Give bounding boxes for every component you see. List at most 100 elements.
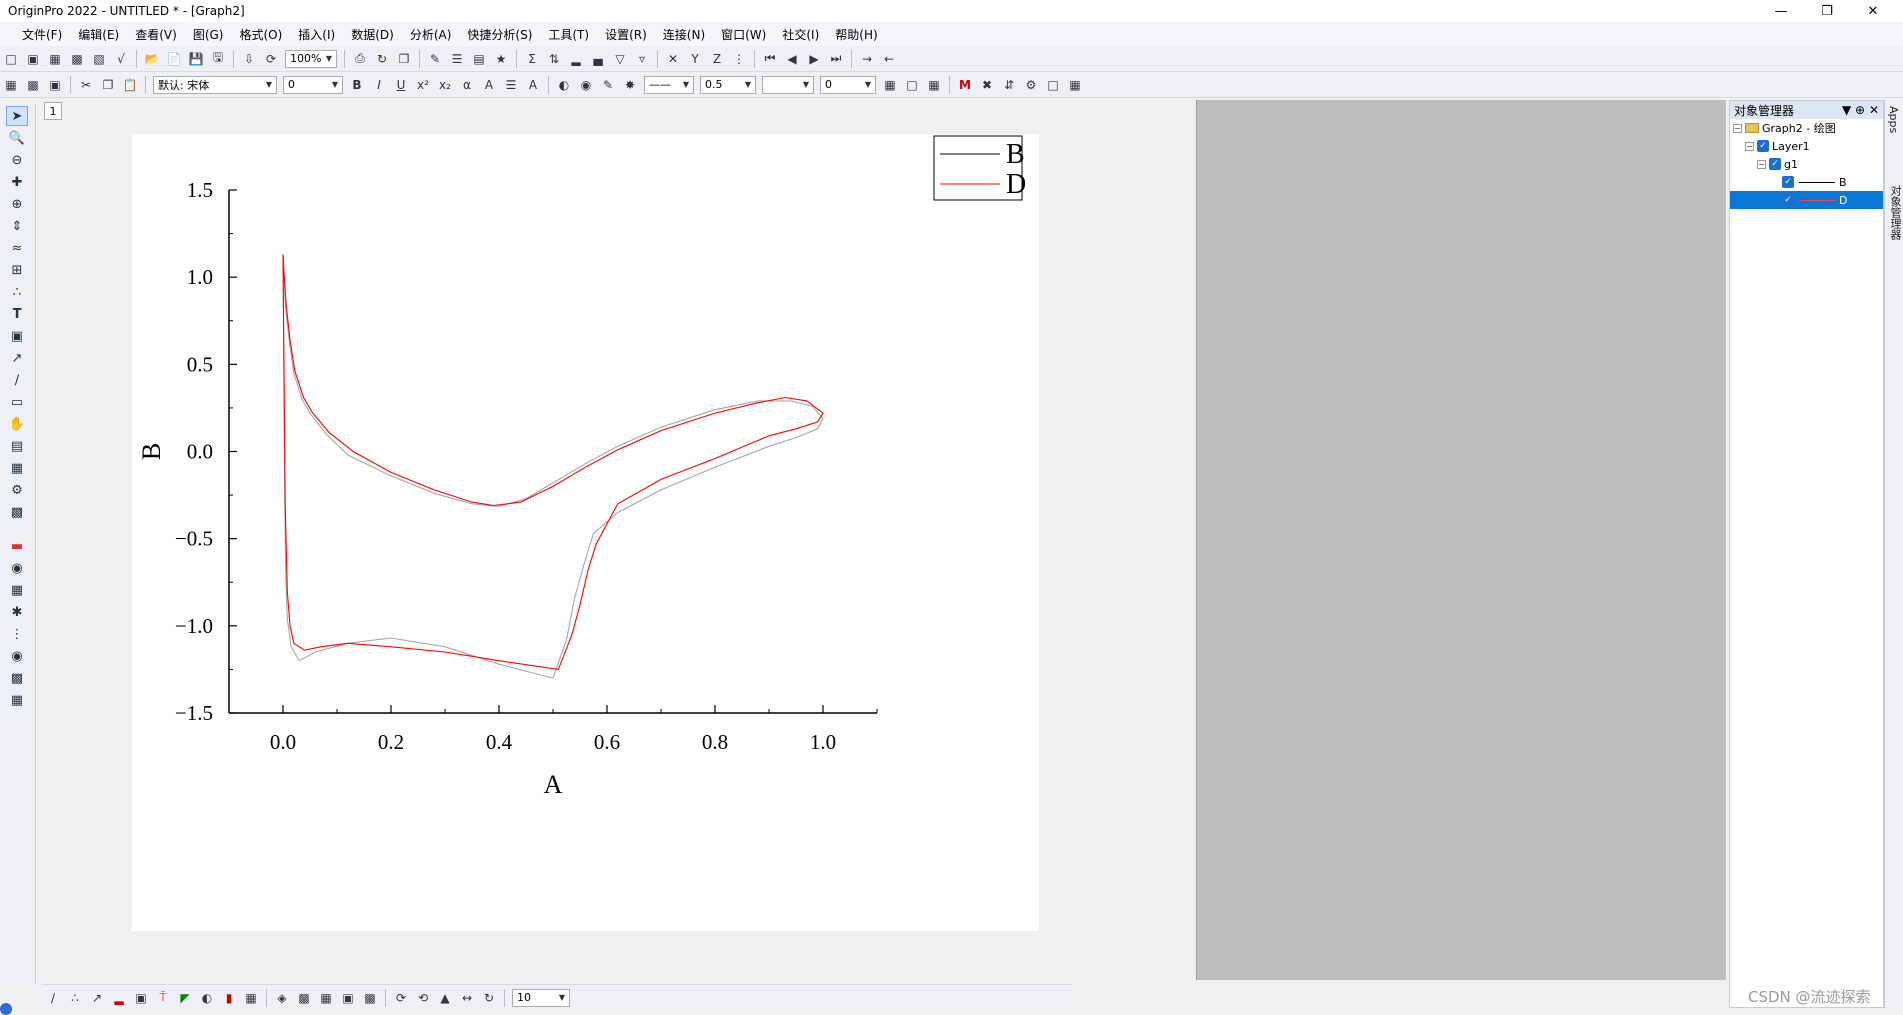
align-icon[interactable]: ☰ — [501, 75, 521, 95]
open-icon[interactable]: 📂 — [142, 49, 162, 69]
chart-legend[interactable]: BD — [933, 135, 1026, 201]
angle-select[interactable]: 10 ▼ — [512, 988, 570, 1007]
menu-analysis[interactable]: 分析(A) — [402, 26, 460, 43]
data-reader-icon[interactable]: ✚ — [6, 172, 28, 192]
area-plot-icon[interactable]: ◤ — [175, 988, 195, 1008]
set-y-icon[interactable]: Y — [685, 49, 705, 69]
worksheet-icon[interactable]: ▦ — [1, 75, 21, 95]
menu-window[interactable]: 窗口(W) — [713, 26, 774, 43]
collapse-icon[interactable]: − — [1757, 159, 1766, 169]
object-manager-tab[interactable]: 对象管理器 — [1885, 179, 1903, 246]
graph-page[interactable]: 0.0 0.2 0.4 0.6 0.8 1.0 1.5 1.0 0.5 0.0 −0.5 −1.0 −1… — [132, 134, 1039, 931]
pie-chart-icon[interactable]: ◐ — [197, 988, 217, 1008]
reset-icon[interactable]: ↻ — [479, 988, 499, 1008]
menu-edit[interactable]: 编辑(E) — [70, 26, 127, 43]
greek-icon[interactable]: α — [457, 75, 477, 95]
save-template-icon[interactable]: 🖫 — [208, 49, 228, 69]
command-window-icon[interactable]: ▤ — [469, 49, 489, 69]
menu-social[interactable]: 社交(I) — [774, 26, 827, 43]
mask-icon[interactable]: M — [955, 75, 975, 95]
filter-icon[interactable]: ▽ — [610, 49, 630, 69]
restore-icon[interactable]: ❐ — [1804, 0, 1850, 22]
chevron-down-icon[interactable]: ▼ — [1842, 103, 1851, 117]
screen-reader-icon[interactable]: ⊕ — [6, 194, 28, 214]
insert-table-icon[interactable]: ▦ — [6, 458, 28, 478]
border-icon[interactable]: □ — [902, 75, 922, 95]
contour-icon[interactable]: ▣ — [338, 988, 358, 1008]
layer-contents-icon[interactable]: ◉ — [6, 558, 28, 578]
menu-settings[interactable]: 设置(R) — [597, 26, 655, 43]
subscript-icon[interactable]: x₂ — [435, 75, 455, 95]
text-tool-icon[interactable]: T — [6, 304, 28, 324]
bold-button[interactable]: B — [347, 75, 367, 95]
collapse-icon[interactable]: − — [1733, 123, 1742, 133]
3d-surface-icon[interactable]: ◈ — [272, 988, 292, 1008]
save-icon[interactable]: 💾 — [186, 49, 206, 69]
annotation-icon[interactable]: ▣ — [6, 326, 28, 346]
line-color-icon[interactable]: ✎ — [598, 75, 618, 95]
menu-help[interactable]: 帮助(H) — [827, 26, 885, 43]
start-icon[interactable] — [0, 1003, 12, 1015]
arrange-icon[interactable]: ⇵ — [999, 75, 1019, 95]
tree-layer-node[interactable]: − ✓ Layer1 — [1730, 137, 1883, 155]
object-edit-icon[interactable]: ⚙ — [6, 480, 28, 500]
font-size-select[interactable]: 0 ▼ — [283, 75, 343, 94]
tree-plot-d[interactable]: ✓ D — [1730, 191, 1883, 209]
checkbox-icon[interactable]: ✓ — [1757, 140, 1769, 152]
new-folder-icon[interactable]: ▣ — [23, 49, 43, 69]
checkbox-icon[interactable]: ✓ — [1782, 176, 1794, 188]
lock-icon[interactable]: ⚙ — [1021, 75, 1041, 95]
insert-graph-icon[interactable]: ▤ — [6, 436, 28, 456]
tilt-icon[interactable]: ⟲ — [413, 988, 433, 1008]
box-chart-icon[interactable]: ▣ — [131, 988, 151, 1008]
menu-quick-analysis[interactable]: 快捷分析(S) — [459, 26, 540, 43]
font-grow-icon[interactable]: A — [479, 75, 499, 95]
template-icon[interactable]: ▦ — [241, 988, 261, 1008]
3d-bar-icon[interactable]: ▩ — [294, 988, 314, 1008]
graph-window[interactable]: 1 0.0 0.2 0.4 0.6 0.8 1.0 1.5 1.0 0.5 0.0 −0.5 −1.0… — [42, 100, 1197, 980]
zoom-out-icon[interactable]: ⊖ — [6, 150, 28, 170]
legend-icon[interactable]: ✱ — [6, 602, 28, 622]
print-icon[interactable]: ⎙ — [350, 49, 370, 69]
menu-data[interactable]: 数据(D) — [343, 26, 402, 43]
new-matrix-icon[interactable]: ▧ — [89, 49, 109, 69]
timestamp-icon[interactable]: ⋮ — [6, 624, 28, 644]
new-graph-icon[interactable]: ▩ — [67, 49, 87, 69]
line-plot-icon[interactable]: ∕ — [43, 988, 63, 1008]
data-cursor-icon[interactable]: ⇕ — [6, 216, 28, 236]
scale-bar-icon[interactable]: ◉ — [6, 646, 28, 666]
set-z-icon[interactable]: Z — [707, 49, 727, 69]
data-selector-icon[interactable]: ≈ — [6, 238, 28, 258]
menu-insert[interactable]: 插入(I) — [290, 26, 343, 43]
tree-plot-b[interactable]: ✓ B — [1730, 173, 1883, 191]
line-symbol-plot-icon[interactable]: ↗ — [87, 988, 107, 1008]
chart-svg[interactable]: 0.0 0.2 0.4 0.6 0.8 1.0 1.5 1.0 0.5 0.0 −0.5 −1.0 −1… — [132, 134, 1039, 931]
close-icon[interactable]: ✕ — [1850, 0, 1896, 22]
column-chart-icon[interactable]: ▂ — [566, 49, 586, 69]
zoom-select[interactable]: 100% ▼ — [285, 49, 337, 68]
pattern-select[interactable]: ▼ — [762, 75, 814, 94]
stock-chart-icon[interactable]: ▮ — [219, 988, 239, 1008]
last-icon[interactable]: ⏭ — [826, 49, 846, 69]
pattern-icon[interactable]: ◉ — [576, 75, 596, 95]
table-insert-icon[interactable]: ▦ — [6, 690, 28, 710]
previous-icon[interactable]: ◀ — [782, 49, 802, 69]
region-select-icon[interactable]: ⊞ — [6, 260, 28, 280]
pin-icon[interactable]: ⊕ — [1855, 103, 1865, 117]
set-x-icon[interactable]: ✕ — [663, 49, 683, 69]
menu-file[interactable]: 文件(F) — [14, 26, 70, 43]
grid-icon[interactable]: ▦ — [1065, 75, 1085, 95]
results-log-icon[interactable]: ☰ — [447, 49, 467, 69]
statistics-icon[interactable]: Σ — [522, 49, 542, 69]
group-icon[interactable]: □ — [1043, 75, 1063, 95]
new-workbook-icon[interactable]: ▦ — [45, 49, 65, 69]
new-function-icon[interactable]: √ — [111, 49, 131, 69]
hand-tool-icon[interactable]: ✋ — [6, 414, 28, 434]
move-right-icon[interactable]: → — [857, 49, 877, 69]
set-error-icon[interactable]: ⋮ — [729, 49, 749, 69]
table-icon[interactable]: ▦ — [924, 75, 944, 95]
unmask-icon[interactable]: ✖ — [977, 75, 997, 95]
scatter-plot-icon[interactable]: ∴ — [65, 988, 85, 1008]
superscript-icon[interactable]: x² — [413, 75, 433, 95]
menu-connect[interactable]: 连接(N) — [655, 26, 713, 43]
